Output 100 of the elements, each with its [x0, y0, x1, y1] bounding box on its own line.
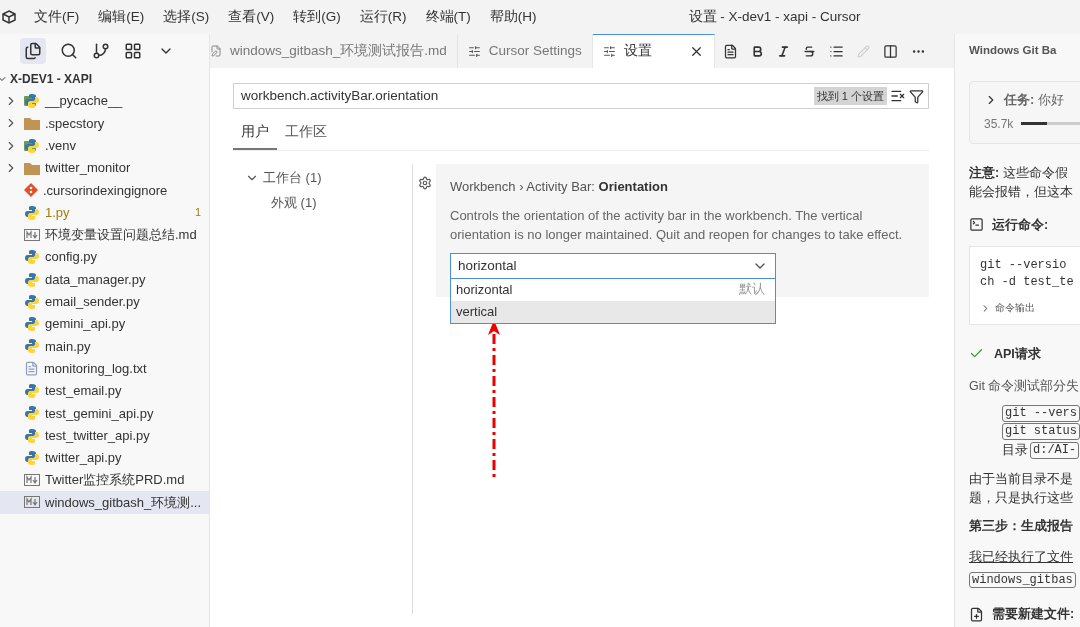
file-row[interactable]: monitoring_log.txt — [0, 357, 209, 380]
bold-icon[interactable] — [750, 44, 764, 58]
file-name: twitter_monitor — [45, 159, 131, 178]
explorer-tab[interactable] — [20, 38, 46, 64]
settings-search-field[interactable]: workbench.activityBar.orientation 找到 1 个设置 — [233, 83, 929, 109]
python-icon — [24, 427, 40, 444]
file-row[interactable]: test_twitter_api.py — [0, 424, 209, 447]
extensions-icon[interactable] — [124, 42, 142, 60]
python-folder-icon — [24, 137, 40, 154]
source-control-icon[interactable] — [92, 42, 110, 60]
command-line: git --versio — [980, 257, 1068, 275]
python-icon — [24, 271, 40, 288]
python-icon — [24, 316, 40, 333]
open-preview-icon[interactable] — [722, 43, 738, 59]
scope-tab[interactable]: 用户 — [233, 122, 277, 151]
inline-code: git --vers — [1002, 405, 1080, 422]
file-name: test_twitter_api.py — [45, 426, 150, 445]
list-icon[interactable] — [828, 43, 844, 59]
python-folder-icon — [24, 93, 40, 110]
strikethrough-icon[interactable] — [802, 44, 816, 58]
file-row[interactable]: data_manager.py — [0, 268, 209, 291]
cube-logo-icon — [2, 10, 16, 24]
token-count: 35.7k — [984, 115, 1014, 133]
file-row[interactable]: twitter_api.py — [0, 446, 209, 470]
api-text: Git 命令测试部分失 — [969, 378, 1080, 396]
python-icon — [24, 249, 40, 266]
file-row[interactable]: Twitter监控系统PRD.md — [0, 469, 209, 492]
editor-tab[interactable]: Cursor Settings — [457, 34, 593, 68]
file-row[interactable]: __pycache__ — [0, 90, 209, 113]
file-name: __pycache__ — [45, 92, 123, 111]
settings-icon — [602, 45, 616, 58]
python-icon — [24, 338, 40, 355]
file-row[interactable]: windows_gitbash_环境测... — [0, 491, 209, 514]
result-count: 找到 1 个设置 — [813, 86, 887, 106]
file-name: gemini_api.py — [45, 315, 126, 334]
step-heading: 第三步：生成报告 — [969, 517, 1074, 535]
code-prefix: 目录 — [1002, 442, 1028, 459]
file-row[interactable]: main.py — [0, 335, 209, 358]
paragraph-text: 题，只是执行这些 — [969, 489, 1074, 507]
python-icon — [24, 449, 40, 466]
problem-count: 1 — [194, 205, 201, 221]
default-label: 默认 — [739, 281, 765, 299]
setting-title: Workbench › Activity Bar: Orientation — [450, 178, 669, 197]
italic-icon[interactable] — [776, 44, 790, 58]
markdown-icon — [210, 45, 222, 57]
file-row[interactable]: twitter_monitor — [0, 156, 209, 180]
markdown-icon — [24, 228, 40, 241]
python-icon — [24, 204, 40, 221]
menu-item[interactable]: 转到(G) — [293, 6, 341, 28]
file-name: 环境变量设置问题总结.md — [45, 226, 197, 245]
file-row[interactable]: gemini_api.py — [0, 312, 209, 336]
command-line: ch -d test_te — [980, 274, 1075, 292]
section-heading: API请求 — [994, 345, 1041, 363]
file-row[interactable]: test_email.py — [0, 379, 209, 403]
terminal-icon — [969, 217, 984, 233]
file-name: Twitter监控系统PRD.md — [45, 471, 185, 490]
markdown-icon — [24, 496, 40, 509]
menu-item[interactable]: 帮助(H) — [489, 6, 537, 28]
toc-item[interactable]: 外观 (1) — [245, 192, 412, 213]
output-toggle[interactable]: 命令输出 — [995, 301, 1035, 316]
dropdown-option[interactable]: horizontal 默认 — [451, 278, 775, 301]
gear-icon[interactable] — [418, 176, 432, 191]
file-name: data_manager.py — [45, 270, 146, 289]
menu-item[interactable]: 选择(S) — [163, 6, 210, 28]
window-title: 设置 - X-dev1 - xapi - Cursor — [688, 7, 861, 26]
file-row[interactable]: .cursorindexingignore — [0, 179, 209, 202]
files-icon — [24, 42, 42, 60]
file-name: .venv — [45, 137, 77, 155]
editor-tab[interactable]: 设置 — [592, 34, 715, 68]
menu-item[interactable]: 运行(R) — [359, 6, 407, 28]
file-name: monitoring_log.txt — [44, 359, 147, 378]
toc-item[interactable]: 工作台 (1) — [245, 168, 412, 188]
filter-icon[interactable] — [909, 88, 924, 104]
file-row[interactable]: .specstory — [0, 112, 209, 135]
menu-item[interactable]: 文件(F) — [34, 6, 80, 28]
menu-item[interactable]: 编辑(E) — [98, 6, 145, 28]
file-row[interactable]: .venv — [0, 134, 209, 157]
new-file-icon — [969, 607, 984, 623]
link-text[interactable]: 我已经执行了文件 — [969, 547, 1080, 567]
file-row[interactable]: email_sender.py — [0, 290, 209, 313]
scope-tab[interactable]: 工作区 — [277, 122, 335, 151]
python-icon — [24, 293, 40, 310]
menu-item[interactable]: 查看(V) — [228, 6, 275, 28]
explorer-header[interactable]: X-DEV1 - XAPI — [0, 68, 209, 90]
settings-icon — [467, 44, 481, 58]
markdown-icon — [24, 474, 40, 487]
dropdown-option[interactable]: vertical — [451, 300, 775, 323]
folder-icon — [24, 116, 40, 131]
setting-description: Controls the orientation of the activity bar in the workbench. The vertical orientation is no longer maintained. Quit and reopen for changes to take effect. — [450, 206, 904, 244]
orientation-dropdown[interactable]: horizontal — [450, 252, 776, 279]
file-name: windows_gitbash_环境测... — [45, 493, 202, 512]
file-row[interactable]: test_gemini_api.py — [0, 402, 209, 425]
file-row[interactable]: 环境变量设置问题总结.md — [0, 223, 209, 247]
menu-item[interactable]: 终端(T) — [425, 6, 471, 28]
split-editor-icon[interactable] — [882, 43, 898, 59]
search-icon[interactable] — [60, 42, 78, 60]
editor-tab[interactable]: windows_gitbash_环境测试报告.md — [210, 34, 458, 68]
file-row[interactable]: 1.py 1 — [0, 201, 209, 224]
clear-filter-icon[interactable] — [890, 88, 906, 104]
file-row[interactable]: config.py — [0, 246, 209, 269]
